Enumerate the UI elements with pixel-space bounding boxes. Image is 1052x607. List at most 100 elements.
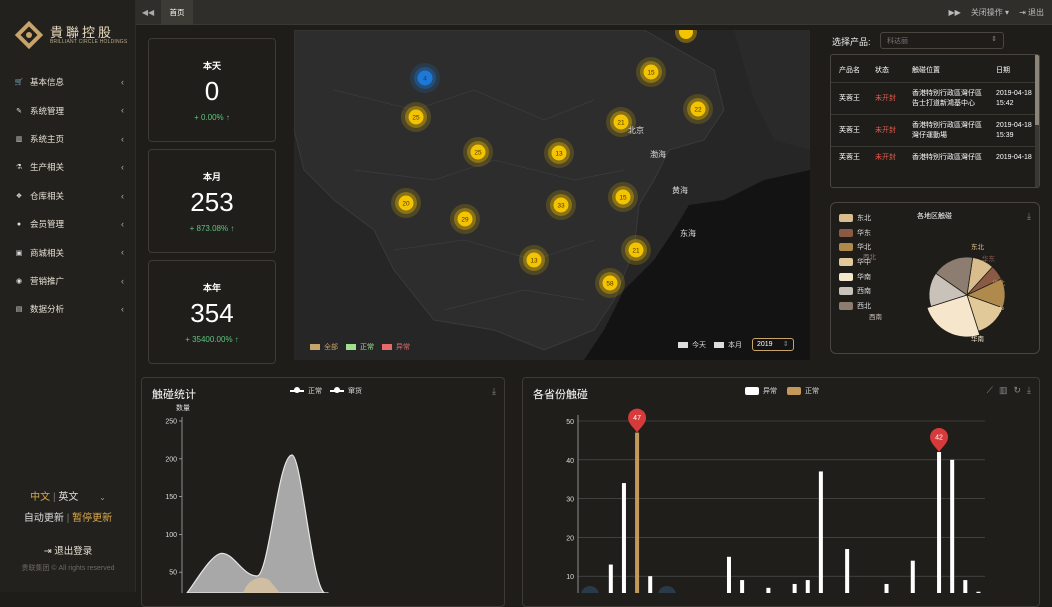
chevron-left-icon: ‹ <box>121 105 124 116</box>
table-row[interactable]: 芙蓉王 未开封 香港特别行政區灣仔區灣仔運動場 2019-04-18 15:39 <box>831 114 1039 147</box>
period-month[interactable]: 本月 <box>728 340 742 350</box>
product-select-value: 科达丽 <box>887 38 908 45</box>
sidebar-item-9[interactable]: ▤ 数据分析 ‹ <box>0 295 136 323</box>
cell-location: 香港特别行政區灣仔區告士打道新鴻基中心 <box>904 82 988 115</box>
province-touch-card: 各省份触碰 异常 正常 ⟋ ▥ ↻ ⤓ 50 40 30 20 10 47 42 <box>522 377 1040 607</box>
bar-chart-canvas: 50 40 30 20 10 47 42 <box>566 408 985 593</box>
bar[interactable] <box>766 587 771 593</box>
update-switch: 自动更新 | 暂停更新 <box>23 513 113 524</box>
close-ops-dropdown[interactable]: 关闭操作 ▾ <box>971 7 1009 18</box>
map-cluster-marker[interactable]: 22 <box>683 94 713 124</box>
bar[interactable] <box>740 580 745 593</box>
auto-update-link[interactable]: 自动更新 <box>24 513 64 524</box>
stat-label: 本月 <box>202 172 221 182</box>
y-tick-label: 250 <box>165 419 177 426</box>
sidebar-item-5[interactable]: ❖ 仓库相关 ‹ <box>0 182 136 210</box>
y-tick-label: 40 <box>566 458 574 465</box>
bar[interactable] <box>818 471 823 593</box>
bar[interactable] <box>845 549 850 593</box>
cell-date: 2019-04-18 <box>988 146 1039 168</box>
area-chart-canvas: 250 200 150 100 50 <box>165 417 329 593</box>
map-label-beijing: 北京 <box>628 125 644 135</box>
cluster-count: 58 <box>606 281 614 288</box>
sidebar-item-1[interactable]: 🛒 基本信息 ‹ <box>0 68 136 96</box>
pie-slice-label: 西北 <box>863 253 877 261</box>
lang-en-link[interactable]: 英文 <box>58 492 78 503</box>
product-select[interactable]: 科达丽 ⇕ <box>880 32 1004 49</box>
bar[interactable] <box>648 576 653 593</box>
area-series-normal[interactable] <box>186 454 329 593</box>
max-pin-marker[interactable]: 42 <box>930 428 949 453</box>
lang-cn-link[interactable]: 中文 <box>30 492 50 503</box>
table-row[interactable]: 芙蓉王 未开封 香港特别行政區灣仔區 2019-04-18 <box>831 146 1039 168</box>
map-cluster-marker[interactable]: 25 <box>401 102 431 132</box>
map-cluster-marker[interactable]: 20 <box>391 188 421 218</box>
legend-abnormal[interactable]: 异常 <box>396 342 410 352</box>
sidebar-item-8[interactable]: ◉ 营销推广 ‹ <box>0 267 136 295</box>
bar[interactable] <box>608 564 613 593</box>
stat-value: 253 <box>190 187 234 217</box>
map-cluster-marker[interactable]: 15 <box>608 182 638 212</box>
chevron-left-icon: ‹ <box>121 275 124 286</box>
bar[interactable] <box>805 580 810 593</box>
legend-all[interactable]: 全部 <box>324 342 338 352</box>
sidebar-item-2[interactable]: ✎ 系统管理 ‹ <box>0 96 136 124</box>
legend-normal[interactable]: 正常 <box>360 342 374 352</box>
pie-slice-label: 华北 <box>992 278 1006 287</box>
map-legend: 全部 正常 异常 <box>310 342 410 352</box>
bar[interactable] <box>963 580 968 593</box>
touch-stats-card: 触碰统计 正常 窜货 ⤓ 数量 250 200 150 100 50 <box>141 377 505 607</box>
y-tick-label: 50 <box>169 570 177 577</box>
sidebar-item-3[interactable]: ▥ 系统主页 ‹ <box>0 125 136 153</box>
bar[interactable] <box>937 452 942 593</box>
map-cluster-marker[interactable]: 15 <box>636 57 666 87</box>
map-cluster-marker[interactable]: 29 <box>450 204 480 234</box>
col-header: 产品名 <box>839 67 860 74</box>
cubes-icon: ❖ <box>15 192 23 200</box>
product-select-label: 选择产品: <box>832 37 871 47</box>
sidebar: 貴聯控股 BRILLIANT CIRCLE HOLDINGS 🛒 基本信息 ‹ ✎ 系统… <box>0 0 136 592</box>
bar[interactable] <box>950 459 955 593</box>
bar[interactable] <box>726 556 731 593</box>
map-cluster-marker[interactable]: 25 <box>463 137 493 167</box>
logout-button[interactable]: ⇥ 退出登录 <box>0 543 136 557</box>
y-tick-label: 30 <box>566 497 574 504</box>
rewind-icon[interactable]: ◀◀ <box>136 0 160 25</box>
sidebar-item-6[interactable]: ● 会员管理 ‹ <box>0 210 136 238</box>
wrench-icon: ✎ <box>16 107 22 115</box>
period-today[interactable]: 今天 <box>692 340 706 350</box>
china-map[interactable]: 4 15 22 25 21 25 13 20 29 33 15 13 21 58 北京 渤海 黄海 东海 … <box>294 30 810 360</box>
exit-button[interactable]: ⇥ 退出 <box>1019 7 1044 18</box>
top-bar: ◀◀ 首页 ▶▶ 关闭操作 ▾ ⇥ 退出 <box>136 0 1052 25</box>
map-label-huanghai: 黄海 <box>672 185 688 195</box>
map-cluster-marker[interactable]: 13 <box>519 245 549 275</box>
chevron-down-icon[interactable]: ⌄ <box>99 493 106 502</box>
pie-slice-label: 华中 <box>991 304 1004 313</box>
bar[interactable] <box>621 483 626 593</box>
bar[interactable] <box>910 560 915 593</box>
sidebar-item-7[interactable]: ▣ 商城相关 ‹ <box>0 238 136 266</box>
cluster-count: 13 <box>530 258 538 265</box>
sidebar-item-label: 系统管理 <box>30 105 65 116</box>
stat-card-year: 本年 354 + 35400.00% ↑ <box>148 260 276 364</box>
cell-status: 未开封 <box>867 114 904 147</box>
table-scrollbar[interactable] <box>1035 55 1039 187</box>
sidebar-item-4[interactable]: ⚗ 生产相关 ‹ <box>0 153 136 181</box>
map-cluster-marker[interactable]: 21 <box>621 235 651 265</box>
year-select[interactable]: 2019 ⇕ <box>752 338 794 351</box>
legend-swatch <box>382 344 392 350</box>
tab-home[interactable]: 首页 <box>161 0 193 25</box>
pause-update-link[interactable]: 暂停更新 <box>72 513 112 524</box>
table-row[interactable]: 芙蓉王 未开封 香港特别行政區灣仔區告士打道新鴻基中心 2019-04-18 1… <box>831 82 1039 115</box>
max-pin-marker[interactable]: 47 <box>628 408 647 433</box>
pie-slice-label: 西南 <box>869 312 883 321</box>
bar[interactable] <box>635 432 640 593</box>
map-label-donghai: 东海 <box>680 228 696 238</box>
forward-icon[interactable]: ▶▶ <box>949 8 961 17</box>
map-cluster-marker[interactable]: 33 <box>546 190 576 220</box>
stat-label: 本天 <box>202 61 221 71</box>
diamond-logo-icon <box>14 20 44 50</box>
map-cluster-marker[interactable]: 58 <box>595 268 625 298</box>
map-cluster-marker[interactable]: 13 <box>544 138 574 168</box>
map-cluster-marker[interactable]: 4 <box>410 63 440 93</box>
